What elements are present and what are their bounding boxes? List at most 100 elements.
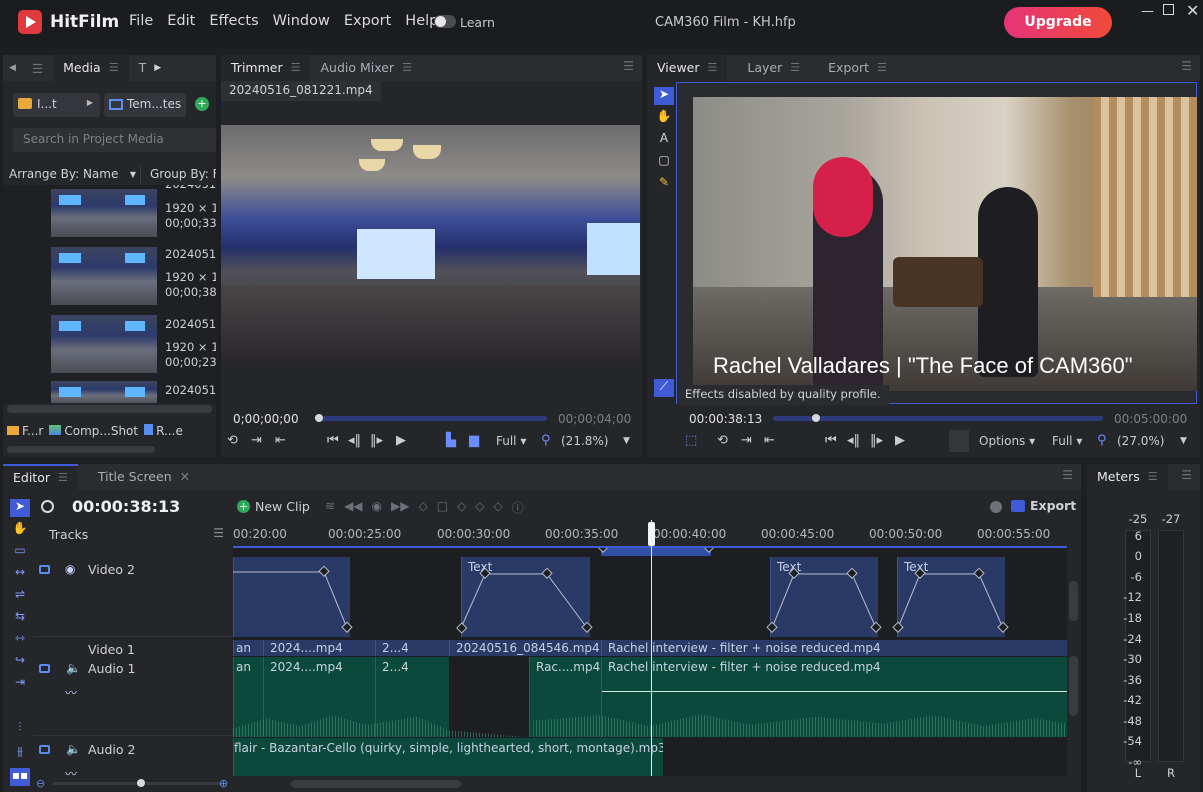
ripple-tool-icon[interactable]: ⇌ — [10, 587, 30, 605]
panel-menu-icon[interactable]: ☰ — [1062, 468, 1073, 482]
scroll-left-icon[interactable]: ◀ — [3, 63, 22, 73]
list-item[interactable]: 2024051 — [3, 381, 216, 403]
menu-file[interactable]: File — [129, 13, 153, 29]
flow-icon[interactable]: ▙ — [446, 433, 456, 448]
list-item[interactable]: 2024051 1920 × 10 00;00;33; — [3, 185, 216, 245]
tab-meters[interactable]: Meters ☰ — [1087, 464, 1168, 490]
zoom-icon[interactable]: ⚲ — [541, 433, 551, 448]
menu-window[interactable]: Window — [273, 13, 330, 29]
marker-icon[interactable]: ◉ — [372, 499, 382, 516]
tab-media[interactable]: Media ☰ — [53, 55, 129, 81]
playhead-handle[interactable] — [648, 522, 655, 546]
list-item[interactable]: 2024051 1920 × 10 00;00;38; — [3, 247, 216, 309]
go-start-icon[interactable]: ⏮ — [327, 433, 339, 448]
keyframe-prev-icon[interactable]: ◇ — [418, 499, 427, 516]
timeline[interactable]: 00:20:00 00:00:25:00 00:00:30:00 00:00:3… — [233, 520, 1067, 776]
panel-menu-icon[interactable]: ☰ — [22, 61, 53, 76]
speaker-icon[interactable]: 🔈 — [66, 742, 81, 756]
grid-icon[interactable] — [949, 430, 969, 452]
opacity-keyframes[interactable] — [233, 548, 1067, 648]
select-tool-icon[interactable]: ➤ — [654, 87, 674, 105]
razor-tool-icon[interactable]: ↪ — [10, 653, 30, 671]
snap-icon[interactable]: ≋ — [325, 499, 335, 516]
speaker-icon[interactable]: 🔈 — [66, 661, 81, 675]
new-composite-button[interactable]: Comp...Shot — [49, 424, 138, 438]
tab-menu-icon[interactable]: ☰ — [109, 55, 119, 81]
insert-icon[interactable]: ⇥ — [741, 433, 752, 448]
timeline-vscroll[interactable] — [1069, 656, 1078, 716]
editor-timecode[interactable]: 00:00:38:13 — [72, 497, 180, 516]
viewer-canvas[interactable]: Rachel Valladares | "The Face of CAM360"… — [676, 82, 1197, 405]
chevron-down-icon[interactable]: ▼ — [1180, 436, 1187, 446]
tab-viewer[interactable]: Viewer ☰ — [647, 55, 728, 81]
square-icon[interactable]: □ — [437, 499, 448, 516]
tab-menu-icon[interactable]: ☰ — [790, 55, 800, 81]
tab-menu-icon[interactable]: ☰ — [708, 55, 718, 81]
waveform-icon[interactable]: 〰 — [65, 684, 77, 701]
trimmer-zoom-dropdown[interactable]: (21.8%) — [561, 434, 608, 448]
menu-effects[interactable]: Effects — [209, 13, 258, 29]
viewer-scrub-bar[interactable] — [773, 416, 1103, 421]
waveform-icon[interactable]: 〰 — [65, 765, 77, 782]
video1-clip[interactable]: an — [233, 640, 263, 656]
panel-menu-icon[interactable]: ☰ — [1181, 468, 1192, 482]
step-forward-icon[interactable]: ‖▸ — [370, 433, 383, 448]
new-clip-button[interactable]: + New Clip — [237, 499, 310, 514]
tab-layer[interactable]: Layer ☰ — [727, 55, 810, 81]
templates-button[interactable]: Tem...tes — [104, 93, 186, 117]
arrange-dropdown[interactable]: Arrange By: Name ▼ — [3, 165, 141, 185]
tab-t[interactable]: T ▶ — [129, 55, 172, 81]
panel-menu-icon[interactable]: ☰ — [1181, 59, 1192, 73]
trimmer-playhead[interactable] — [315, 414, 323, 422]
scroll-right-icon[interactable]: ▶ — [154, 55, 161, 81]
viewer-zoom-dropdown[interactable]: (27.0%) — [1117, 434, 1164, 448]
media-scrollbar[interactable] — [7, 405, 212, 413]
visibility-icon[interactable]: ◉ — [65, 562, 75, 576]
loop-icon[interactable]: ⟲ — [227, 433, 238, 448]
text-tool-icon[interactable]: A — [654, 131, 674, 149]
group-dropdown[interactable]: Group By: F — [150, 167, 216, 181]
timeline-playhead[interactable] — [651, 520, 652, 776]
import-button[interactable]: I...t ▶ — [13, 93, 100, 117]
minimize-icon[interactable]: — — [1141, 4, 1154, 19]
loop-icon[interactable]: ⟲ — [717, 433, 728, 448]
render-icon[interactable] — [990, 501, 1002, 513]
options-dropdown[interactable]: Options ▾ — [979, 434, 1035, 448]
tab-menu-icon[interactable]: ☰ — [291, 55, 301, 81]
tab-menu-icon[interactable]: ☰ — [58, 465, 68, 491]
video1-clip[interactable]: Rachel interview - filter + noise reduce… — [601, 640, 1067, 656]
tab-trimmer[interactable]: Trimmer ☰ — [221, 55, 311, 81]
trimmer-quality-dropdown[interactable]: Full ▾ — [496, 434, 526, 448]
zoom-slider-handle[interactable] — [137, 779, 145, 787]
link-mode-icon[interactable]: ▪▪ — [10, 768, 30, 786]
lock-icon[interactable] — [39, 565, 50, 574]
insert-icon[interactable]: ⇥ — [251, 433, 262, 448]
viewer-playhead[interactable] — [812, 414, 820, 422]
slip-tool-icon[interactable]: ▭ — [10, 543, 30, 561]
rectangle-tool-icon[interactable]: ▢ — [654, 153, 674, 171]
step-back-icon[interactable]: ◂‖ — [348, 433, 361, 448]
trimmer-scrub-bar[interactable] — [317, 416, 547, 421]
viewer-quality-dropdown[interactable]: Full ▾ — [1052, 434, 1082, 448]
tab-menu-icon[interactable]: ☰ — [1148, 464, 1158, 490]
play-icon[interactable]: ▶ — [895, 433, 905, 448]
audio-levels-icon[interactable]: ⫵ — [10, 744, 30, 762]
lock-icon[interactable] — [39, 664, 50, 673]
upgrade-button[interactable]: Upgrade — [1004, 7, 1112, 38]
keyframe-add-icon[interactable]: ◇ — [475, 499, 484, 516]
new-folder-button[interactable]: F...r — [3, 424, 43, 438]
audio2-clip[interactable]: flair - Bazantar-Cello (quirky, simple, … — [233, 738, 663, 776]
timeline-hscroll[interactable] — [291, 780, 461, 788]
tracks-menu-icon[interactable]: ☰ — [213, 526, 224, 540]
maximize-icon[interactable] — [1163, 4, 1174, 15]
step-back-icon[interactable]: ◂‖ — [847, 433, 860, 448]
roll-tool-icon[interactable]: ⇆ — [10, 609, 30, 627]
zoom-out-icon[interactable]: ⊖ — [36, 777, 45, 790]
slide-tool-icon[interactable]: ↔ — [10, 565, 30, 583]
layout-icon[interactable]: ▆ — [469, 433, 479, 448]
zoom-icon[interactable]: ⚲ — [1097, 433, 1107, 448]
info-icon[interactable]: ⓘ — [512, 499, 524, 516]
go-start-icon[interactable]: ⏮ — [825, 433, 837, 448]
hand-tool-icon[interactable]: ✋ — [654, 109, 674, 127]
remove-button[interactable]: R...e — [144, 424, 183, 438]
